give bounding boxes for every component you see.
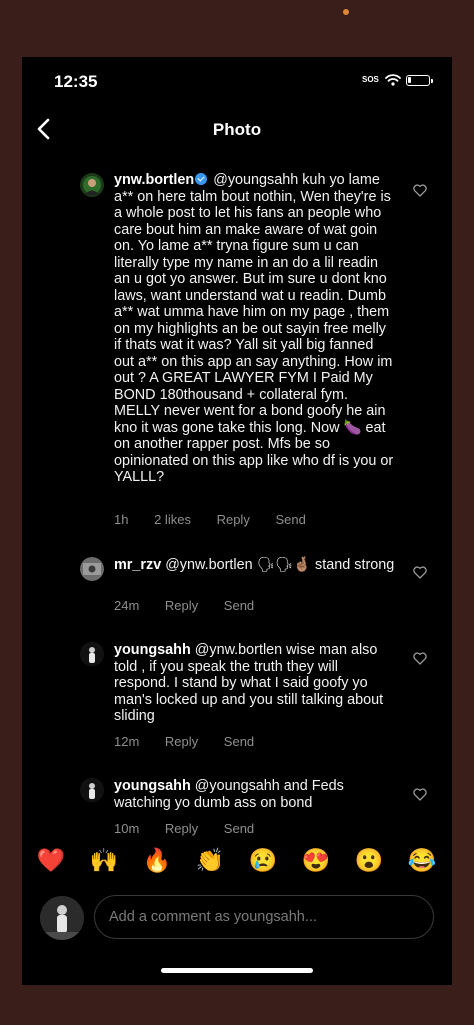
comment-username[interactable]: youngsahh — [114, 778, 191, 794]
send-button[interactable]: Send — [224, 734, 254, 749]
navigation-bar: Photo — [22, 107, 452, 151]
fire-emoji-button[interactable]: 🔥 — [142, 845, 172, 875]
quick-reaction-bar: ❤️ 🙌 🔥 👏 😢 😍 😮 😂 — [22, 845, 452, 881]
battery-icon — [406, 75, 433, 86]
comment-meta: 1h 2 likes Reply Send — [114, 512, 328, 527]
comment-content: @ynw.bortlen 🗣🗣🤞🏽 stand strong — [165, 557, 395, 573]
avatar[interactable] — [80, 557, 104, 581]
verified-badge-icon — [195, 173, 208, 185]
heart-icon[interactable] — [413, 788, 427, 801]
heart-eyes-emoji-button[interactable]: 😍 — [301, 845, 331, 875]
send-button[interactable]: Send — [275, 512, 305, 527]
surprised-face-emoji-button[interactable]: 😮 — [354, 845, 384, 875]
comment-meta: 10m Reply Send — [114, 821, 276, 836]
wifi-icon — [385, 74, 401, 86]
reply-button[interactable]: Reply — [217, 512, 250, 527]
comment-username[interactable]: mr_rzv — [114, 557, 161, 573]
clapping-hands-emoji-button[interactable]: 👏 — [195, 845, 225, 875]
heart-icon[interactable] — [413, 652, 427, 665]
send-button[interactable]: Send — [224, 598, 254, 613]
home-indicator[interactable] — [161, 968, 313, 973]
reply-button[interactable]: Reply — [165, 821, 198, 836]
comment-text: mr_rzv @ynw.bortlen 🗣🗣🤞🏽 stand strong — [114, 557, 396, 574]
avatar[interactable] — [80, 173, 104, 197]
comment-meta: 24m Reply Send — [114, 598, 276, 613]
avatar[interactable] — [80, 778, 104, 802]
phone-screen: 12:35 SOS Photo ynw.bortlen @youngsahh k… — [22, 57, 452, 985]
comment-username[interactable]: youngsahh — [114, 642, 191, 658]
avatar[interactable] — [80, 642, 104, 666]
comment-meta: 12m Reply Send — [114, 734, 276, 749]
heart-icon[interactable] — [413, 184, 427, 197]
tears-of-joy-emoji-button[interactable]: 😂 — [407, 845, 437, 875]
comment-text: youngsahh @ynw.bortlen wise man also tol… — [114, 642, 396, 725]
status-bar: 12:35 SOS — [22, 57, 452, 107]
heart-icon[interactable] — [413, 566, 427, 579]
camera-indicator-dot — [343, 9, 349, 15]
reply-button[interactable]: Reply — [165, 734, 198, 749]
comment-username[interactable]: ynw.bortlen — [114, 172, 194, 188]
status-time: 12:35 — [54, 72, 98, 91]
comment-text: ynw.bortlen @youngsahh kuh yo lame a** o… — [114, 172, 396, 486]
sos-indicator: SOS — [362, 75, 379, 84]
crying-face-emoji-button[interactable]: 😢 — [248, 845, 278, 875]
reply-button[interactable]: Reply — [165, 598, 198, 613]
comment-text: youngsahh @youngsahh and Feds watching y… — [114, 778, 396, 811]
comment-input[interactable] — [94, 895, 434, 939]
current-user-avatar — [40, 896, 84, 940]
comment-time: 10m — [114, 821, 140, 836]
comment-composer — [22, 891, 452, 947]
likes-count[interactable]: 2 likes — [154, 512, 191, 527]
comment-time: 24m — [114, 598, 140, 613]
comment-time: 1h — [114, 512, 129, 527]
page-title: Photo — [212, 120, 262, 139]
red-heart-emoji-button[interactable]: ❤️ — [36, 845, 66, 875]
comment-content: @youngsahh kuh yo lame a** on here talm … — [114, 172, 394, 485]
send-button[interactable]: Send — [224, 821, 254, 836]
comment-time: 12m — [114, 734, 140, 749]
raising-hands-emoji-button[interactable]: 🙌 — [89, 845, 119, 875]
